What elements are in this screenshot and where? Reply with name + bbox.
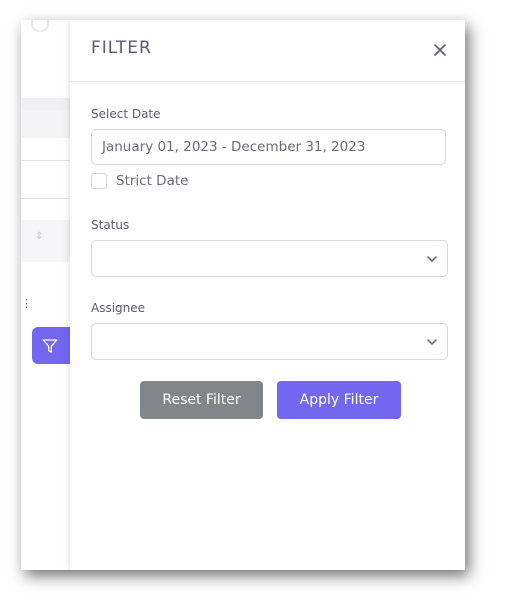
panel-header: FILTER [70, 20, 465, 82]
screen: ⇕ ⋮ FILTER Select Date January 01, 2023 … [0, 0, 507, 612]
close-button[interactable] [431, 41, 449, 59]
app-window: ⇕ ⋮ FILTER Select Date January 01, 2023 … [21, 20, 465, 570]
reset-filter-button[interactable]: Reset Filter [140, 381, 263, 419]
apply-filter-button[interactable]: Apply Filter [277, 381, 401, 419]
strict-date-label: Strict Date [116, 173, 189, 189]
sort-icon: ⇕ [35, 231, 44, 242]
select-date-label: Select Date [91, 107, 161, 121]
status-label: Status [91, 218, 130, 232]
assignee-label: Assignee [91, 301, 146, 315]
filter-panel: FILTER Select Date January 01, 2023 - De… [70, 20, 465, 570]
background-text-fragment: ⋮ [21, 297, 32, 310]
close-icon [434, 44, 446, 56]
background-avatar-fragment [31, 20, 49, 32]
assignee-select[interactable] [91, 323, 448, 360]
chevron-down-icon [427, 256, 437, 262]
strict-date-checkbox[interactable] [91, 173, 107, 189]
date-range-input[interactable]: January 01, 2023 - December 31, 2023 [91, 129, 446, 165]
chevron-down-icon [427, 339, 437, 345]
strict-date-row: Strict Date [91, 173, 188, 189]
filter-icon [42, 338, 58, 353]
status-select[interactable] [91, 240, 448, 277]
panel-title: FILTER [91, 38, 152, 58]
